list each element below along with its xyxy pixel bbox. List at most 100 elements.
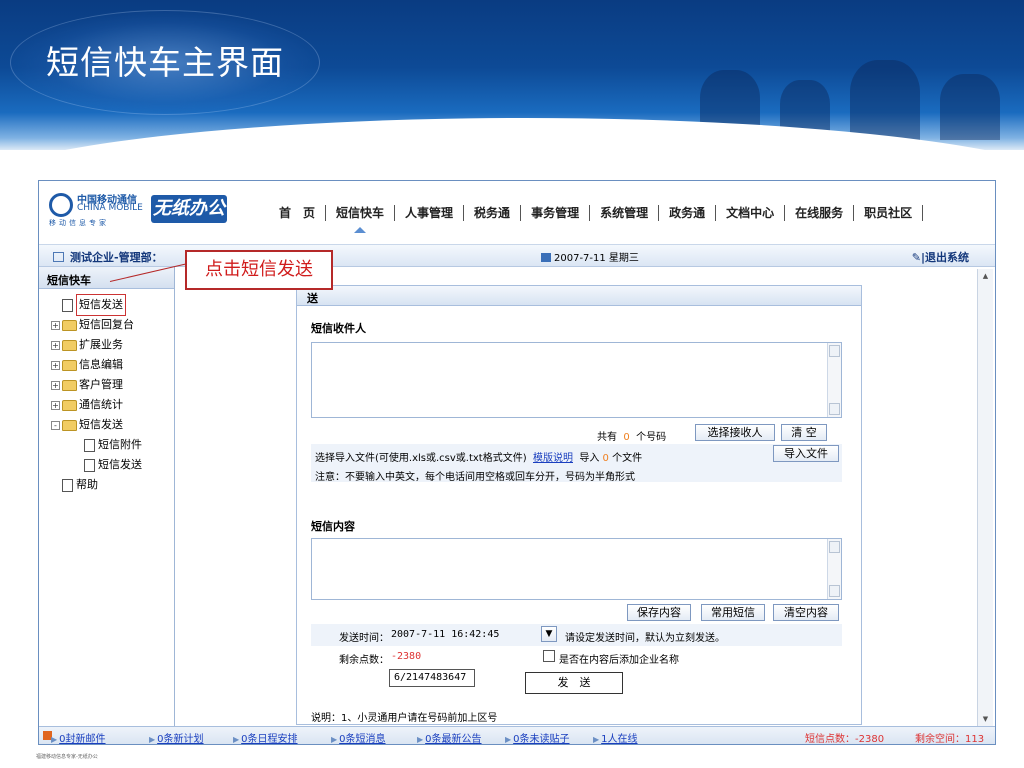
folder-icon <box>62 399 77 411</box>
nav-item-4[interactable]: 事务管理 <box>521 205 591 221</box>
sidebar-item-7[interactable]: 短信附件 <box>51 435 174 455</box>
template-link[interactable]: 模版说明 <box>533 453 573 464</box>
company-name-checkbox[interactable] <box>543 650 555 662</box>
nav-item-5[interactable]: 系统管理 <box>590 205 660 221</box>
nav-item-label: 人事管理 <box>405 206 454 220</box>
status-item-2[interactable]: ▶ 0条日程安排 <box>233 730 298 744</box>
sidebar-item-label: 帮助 <box>76 478 98 491</box>
sidebar-tree: 短信发送 + 短信回复台 + 扩展业务 + 信息编辑 + 客户管理 + 通信统计 - 短信发送 短信附件短… <box>39 289 174 495</box>
scroll-up-icon[interactable]: ▲ <box>980 271 991 282</box>
nav-item-2[interactable]: 人事管理 <box>395 205 465 221</box>
status-item-3[interactable]: ▶ 0条短消息 <box>331 730 386 744</box>
sidebar-item-0[interactable]: 短信发送 <box>51 294 174 316</box>
save-content-button[interactable]: 保存内容 <box>627 604 691 621</box>
recipients-scrollbar[interactable] <box>827 343 841 417</box>
main-nav: 首 页 短信快车 人事管理 税务通 事务管理 系统管理 政务通 文档中心 在线服务 职员社区 <box>269 201 924 233</box>
status-item-0[interactable]: ▶ 0封新邮件 <box>51 730 106 744</box>
sidebar-item-label: 短信发送 <box>79 418 123 431</box>
clear-recipients-button[interactable]: 清 空 <box>781 424 827 441</box>
expand-icon[interactable]: + <box>51 380 60 390</box>
arrow-icon: ▶ <box>505 735 512 744</box>
status-bar: ▶ 0封新邮件 ▶ 0条新计划 ▶ 0条日程安排 ▶ 0条短消息 ▶ 0条最新公告 ▶ 0条未读贴子 ▶… <box>39 726 995 745</box>
choose-recipients-button[interactable]: 选择接收人 <box>695 424 775 441</box>
date-display: 2007-7-11 星期三 <box>541 249 639 264</box>
collapse-icon[interactable]: - <box>51 420 60 430</box>
expand-icon[interactable]: + <box>51 340 60 350</box>
status-link[interactable]: 0封新邮件 <box>59 734 105 744</box>
status-link[interactable]: 0条日程安排 <box>241 734 297 744</box>
send-time-value[interactable]: 2007-7-11 16:42:45 <box>391 629 499 640</box>
sidebar-item-label: 扩展业务 <box>79 338 123 351</box>
sidebar-item-label: 短信回复台 <box>79 318 134 331</box>
sidebar-item-label: 短信附件 <box>98 438 142 451</box>
logout-icon: ✎ <box>911 251 921 264</box>
expand-icon[interactable]: + <box>51 320 60 330</box>
clear-content-button[interactable]: 清空内容 <box>773 604 839 621</box>
sidebar-item-2[interactable]: + 扩展业务 <box>51 335 174 355</box>
status-link[interactable]: 1人在线 <box>601 734 637 744</box>
nav-item-0[interactable]: 首 页 <box>269 205 327 221</box>
document-icon <box>62 478 73 492</box>
import-label: 选择导入文件(可使用.xls或.csv或.txt格式文件) 模版说明 导入 0 … <box>315 453 643 464</box>
scroll-down-icon[interactable]: ▼ <box>980 714 991 725</box>
import-file-button[interactable]: 导入文件 <box>773 445 839 462</box>
nav-item-3[interactable]: 税务通 <box>464 205 522 221</box>
status-link[interactable]: 0条最新公告 <box>425 734 481 744</box>
status-space: 剩余空间：113 <box>915 734 985 745</box>
sidebar-item-label: 通信统计 <box>79 398 123 411</box>
folder-icon <box>62 359 77 371</box>
status-item-5[interactable]: ▶ 0条未读贴子 <box>505 730 570 744</box>
status-link[interactable]: 0条未读贴子 <box>513 734 569 744</box>
sidebar-item-8[interactable]: 短信发送 <box>51 455 174 475</box>
status-item-4[interactable]: ▶ 0条最新公告 <box>417 730 482 744</box>
recipients-input[interactable] <box>311 342 842 418</box>
content-scrollbar[interactable] <box>827 539 841 599</box>
nav-item-label: 职员社区 <box>864 206 913 220</box>
expand-icon[interactable]: + <box>51 360 60 370</box>
status-item-1[interactable]: ▶ 0条新计划 <box>149 730 204 744</box>
logout-text: |退出系统 <box>920 251 969 264</box>
slide-title: 短信快车主界面 <box>46 43 284 82</box>
calendar-icon <box>541 253 551 262</box>
chevron-down-icon: ▼ <box>545 629 553 639</box>
document-icon <box>62 298 73 312</box>
arrow-icon: ▶ <box>149 735 156 744</box>
banner-silhouette <box>850 60 920 140</box>
company-text: 测试企业-管理部： <box>70 251 163 264</box>
content-input[interactable] <box>311 538 842 600</box>
status-link[interactable]: 0条新计划 <box>157 734 203 744</box>
folder-icon <box>62 339 77 351</box>
sidebar-item-9[interactable]: 帮助 <box>51 475 174 495</box>
status-item-6[interactable]: ▶ 1人在线 <box>593 730 638 744</box>
slide-footer: 福建移动信息专家-无纸办公 <box>36 754 98 760</box>
sidebar-item-4[interactable]: + 客户管理 <box>51 375 174 395</box>
document-icon <box>84 438 95 452</box>
nav-item-7[interactable]: 文档中心 <box>716 205 786 221</box>
sidebar-item-3[interactable]: + 信息编辑 <box>51 355 174 375</box>
footnote: 说明：1、小灵通用户请在号码前加上区号 <box>311 713 498 724</box>
sms-panel: 送 短信收件人 共有 0 个号码 选择接收人 清 空 选择导入文件(可使用.xl… <box>296 285 862 725</box>
nav-item-6[interactable]: 政务通 <box>659 205 717 221</box>
sidebar-item-label: 短信发送 <box>76 294 126 316</box>
brand-sub: 移动信息专家 <box>49 219 109 227</box>
send-button[interactable]: 发 送 <box>525 672 623 694</box>
sidebar-item-6[interactable]: - 短信发送 <box>51 415 174 435</box>
company-label: 测试企业-管理部： <box>53 249 163 265</box>
nav-item-8[interactable]: 在线服务 <box>785 205 855 221</box>
recipients-title: 短信收件人 <box>311 322 366 335</box>
send-time-hint: 请设定发送时间，默认为立刻发送。 <box>565 633 725 644</box>
folder-icon <box>62 379 77 391</box>
arrow-icon: ▶ <box>233 735 240 744</box>
send-time-dropdown[interactable]: ▼ <box>541 626 557 642</box>
expand-icon[interactable]: + <box>51 400 60 410</box>
nav-item-9[interactable]: 职员社区 <box>854 205 924 221</box>
date-text: 2007-7-11 星期三 <box>554 253 639 264</box>
nav-item-1[interactable]: 短信快车 <box>326 205 396 233</box>
common-sms-button[interactable]: 常用短信 <box>701 604 765 621</box>
page-scrollbar[interactable]: ▲ ▼ <box>977 269 993 727</box>
folder-icon <box>62 419 77 431</box>
logout-link[interactable]: ✎|退出系统 <box>912 249 969 265</box>
status-link[interactable]: 0条短消息 <box>339 734 385 744</box>
sidebar-item-1[interactable]: + 短信回复台 <box>51 315 174 335</box>
sidebar-item-5[interactable]: + 通信统计 <box>51 395 174 415</box>
